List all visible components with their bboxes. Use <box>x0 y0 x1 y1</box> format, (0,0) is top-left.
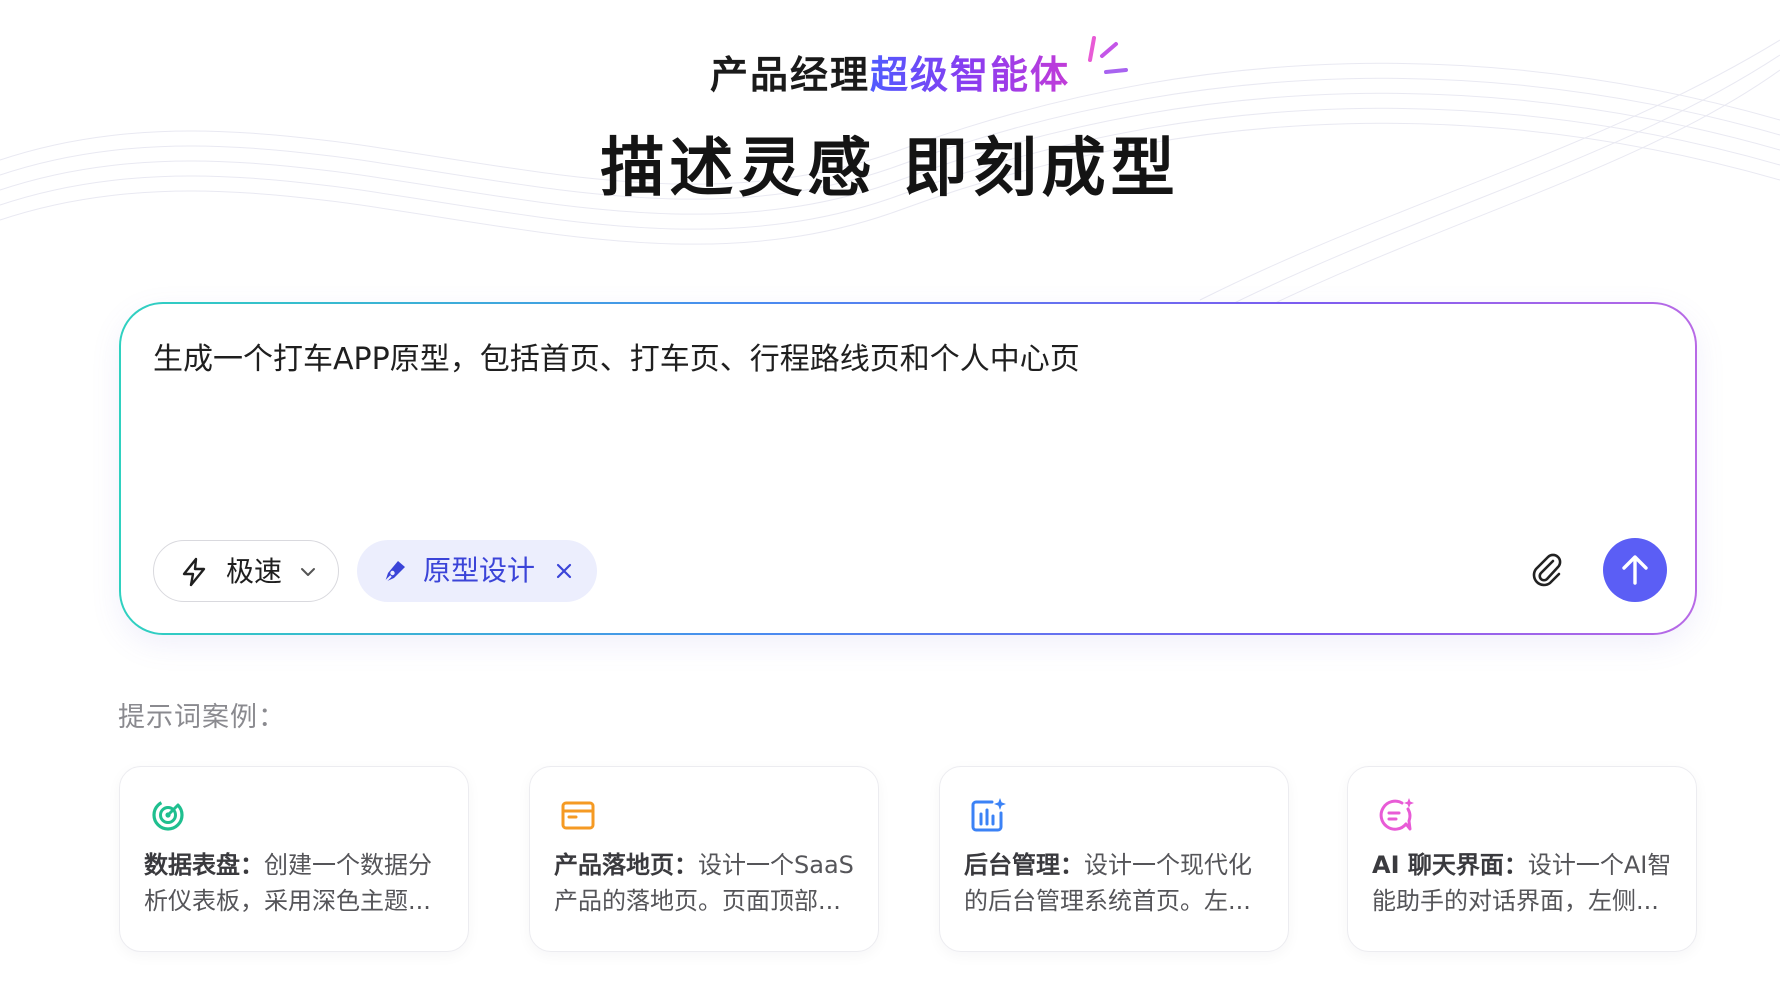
example-card-title: 产品落地页： <box>554 851 698 879</box>
arrow-up-icon <box>1622 555 1648 585</box>
sparkle-icon <box>1088 36 1128 74</box>
prompt-input[interactable]: 生成一个打车APP原型，包括首页、打车页、行程路线页和个人中心页 <box>153 340 1553 380</box>
example-card-admin-dashboard[interactable]: 后台管理：设计一个现代化的后台管理系统首页。左... <box>939 766 1289 952</box>
paperclip-icon[interactable] <box>1529 552 1565 588</box>
prompt-composer: 生成一个打车APP原型，包括首页、打车页、行程路线页和个人中心页 极速 原型设计 <box>119 302 1697 635</box>
example-card-text: 数据表盘：创建一个数据分析仪表板，采用深色主题... <box>144 847 450 919</box>
example-card-title: 数据表盘： <box>144 851 264 879</box>
gauge-icon <box>152 799 184 831</box>
send-button[interactable] <box>1603 538 1667 602</box>
chevron-down-icon <box>301 568 315 576</box>
prototype-design-tag[interactable]: 原型设计 <box>357 540 597 602</box>
example-card-text: 后台管理：设计一个现代化的后台管理系统首页。左... <box>964 847 1270 919</box>
prompt-composer-inner: 生成一个打车APP原型，包括首页、打车页、行程路线页和个人中心页 极速 原型设计 <box>121 304 1695 633</box>
example-card-title: 后台管理： <box>964 851 1084 879</box>
browser-window-icon <box>561 801 595 830</box>
bar-chart-sparkle-icon <box>971 798 1006 832</box>
speed-mode-dropdown[interactable]: 极速 <box>153 540 339 602</box>
example-card-landing-page[interactable]: 产品落地页：设计一个SaaS产品的落地页。页面顶部... <box>529 766 879 952</box>
pen-icon <box>384 561 405 583</box>
speed-mode-label: 极速 <box>226 555 283 588</box>
chat-sparkle-icon <box>1379 798 1414 831</box>
example-card-dashboard[interactable]: 数据表盘：创建一个数据分析仪表板，采用深色主题... <box>119 766 469 952</box>
close-icon[interactable] <box>555 562 573 580</box>
example-card-title: AI 聊天界面： <box>1372 851 1528 879</box>
prompt-examples-list: 数据表盘：创建一个数据分析仪表板，采用深色主题... 产品落地页：设计一个Saa… <box>119 766 1697 954</box>
example-card-ai-chat[interactable]: AI 聊天界面：设计一个AI智能助手的对话界面，左侧... <box>1347 766 1697 952</box>
hero-subtitle-plain: 产品经理 <box>709 53 870 97</box>
lightning-icon <box>182 557 206 587</box>
page: 产品经理超级智能体 描述灵感 即刻成型 生成一个打车APP原型，包括首页、打车页… <box>0 0 1780 996</box>
example-card-text: AI 聊天界面：设计一个AI智能助手的对话界面，左侧... <box>1372 847 1678 919</box>
prototype-design-tag-label: 原型设计 <box>423 554 536 587</box>
hero-subtitle-accent: 超级智能体 <box>870 53 1071 97</box>
hero-title: 描述灵感 即刻成型 <box>600 132 1180 206</box>
prompt-examples-label: 提示词案例： <box>118 702 286 733</box>
example-card-text: 产品落地页：设计一个SaaS产品的落地页。页面顶部... <box>554 847 860 919</box>
hero-subtitle: 产品经理超级智能体 <box>0 50 1780 100</box>
